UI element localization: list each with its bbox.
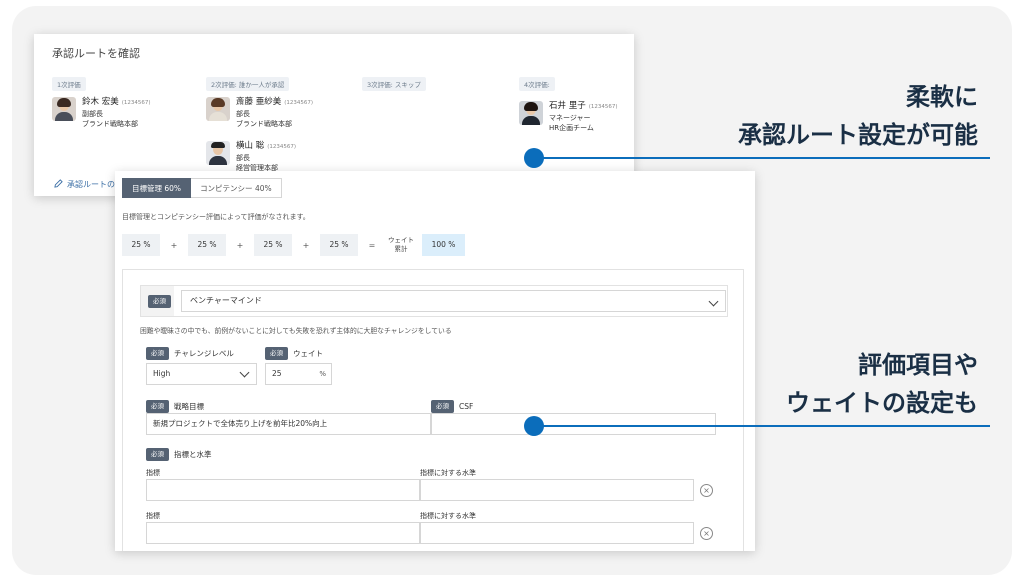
required-badge: 必須: [265, 347, 288, 360]
route-step-1: 1次評価 鈴木 宏美 (1234567) 副部長 ブランド戦略本部: [52, 72, 202, 139]
approver-card: 鈴木 宏美 (1234567) 副部長 ブランド戦略本部: [52, 97, 202, 139]
weight-total: 100 %: [422, 234, 465, 256]
approver-name: 斎藤 亜紗美: [236, 97, 282, 107]
edit-route-link[interactable]: 承認ルートの: [54, 179, 115, 190]
step-tag: 2次評価: 誰か一人が承認: [206, 77, 290, 91]
callout-line: [536, 157, 990, 159]
level-input[interactable]: [420, 522, 694, 544]
route-step-2: 2次評価: 誰か一人が承認 斎藤 亜紗美 (1234567) 部長 ブランド戦略本…: [206, 72, 356, 183]
strategy-label: 必須 戦略目標: [146, 400, 204, 413]
plus-sign: +: [170, 240, 178, 250]
avatar: [206, 97, 230, 121]
approver-card: 石井 里子 (1234567) マネージャー HR企画チーム: [519, 101, 669, 143]
step-tag: 4次評価:: [519, 77, 555, 91]
edit-route-label: 承認ルートの: [67, 180, 115, 189]
plus-sign: +: [302, 240, 310, 250]
level-label: 指標に対する水準: [420, 512, 476, 520]
approver-dept: ブランド戦略本部: [82, 120, 138, 128]
approver-name: 横山 聡: [236, 141, 265, 151]
approver-name: 鈴木 宏美: [82, 97, 119, 107]
annotation-evaluation-items: 評価項目や ウェイトの設定も: [786, 351, 978, 417]
tab-objectives[interactable]: 目標管理 60%: [122, 178, 192, 198]
plus-sign: +: [236, 240, 244, 250]
approver-dept: HR企画チーム: [549, 124, 594, 132]
weight-value: 25 %: [254, 234, 292, 256]
weight-value: 25 %: [122, 234, 160, 256]
approver-title: 部長: [236, 109, 250, 118]
approver-dept: ブランド戦略本部: [236, 120, 292, 128]
weight-value: 25 %: [320, 234, 358, 256]
evaluation-item-panel: 必須 ベンチャーマインド 困難や曖昧さの中でも、前例がないことに対しても失敗を恐…: [122, 269, 744, 551]
form-description: 目標管理とコンピテンシー評価によって評価がなされます。: [122, 213, 310, 221]
required-badge: 必須: [146, 400, 169, 413]
annotation-approval-route: 柔軟に 承認ルート設定が可能: [738, 83, 978, 149]
weight-value: 25 %: [188, 234, 226, 256]
approver-id: (1234567): [284, 100, 313, 106]
avatar: [519, 101, 543, 125]
remove-row-icon[interactable]: ×: [700, 527, 713, 540]
weight-total-label: ウェイト 累計: [388, 236, 414, 253]
indicator-input[interactable]: [146, 522, 420, 544]
indicator-label: 指標: [146, 512, 160, 520]
item-header: 必須 ベンチャーマインド: [140, 285, 728, 317]
indicator-input[interactable]: [146, 479, 420, 501]
approver-id: (1234567): [267, 144, 296, 150]
strategy-input[interactable]: 新規プロジェクトで全体売り上げを前年比20%向上: [146, 413, 431, 435]
pencil-icon: [54, 179, 63, 188]
avatar: [52, 97, 76, 121]
approver-id: (1234567): [121, 100, 151, 106]
tab-competency[interactable]: コンピテンシー 40%: [191, 178, 282, 198]
challenge-level-select[interactable]: High: [146, 363, 257, 385]
chevron-down-icon: [239, 367, 250, 378]
required-badge: 必須: [146, 448, 169, 461]
csf-input[interactable]: [431, 413, 716, 435]
csf-label: 必須 CSF: [431, 400, 473, 413]
evaluation-form-card: 目標管理 60% コンピテンシー 40% 目標管理とコンピテンシー評価によって評…: [115, 171, 755, 551]
avatar: [206, 141, 230, 165]
approver-title: マネージャー: [549, 113, 591, 122]
weight-label: 必須 ウェイト: [265, 347, 323, 360]
equals-sign: =: [368, 240, 376, 250]
approver-id: (1234567): [588, 104, 618, 110]
required-badge: 必須: [146, 347, 169, 360]
approver-title: 部長: [236, 153, 250, 162]
canvas: 承認ルートを確認 1次評価 鈴木 宏美 (1234567) 副部長 ブランド戦略本…: [12, 6, 1012, 575]
required-badge: 必須: [148, 295, 171, 308]
weight-input[interactable]: 25%: [265, 363, 332, 385]
callout-dot: [524, 416, 544, 436]
route-step-4: 4次評価: 石井 里子 (1234567) マネージャー HR企画チーム: [519, 72, 669, 143]
evaluation-tabs: 目標管理 60% コンピテンシー 40%: [122, 178, 282, 198]
route-card-title: 承認ルートを確認: [52, 47, 140, 60]
chevron-down-icon: [708, 296, 719, 307]
percent-unit: %: [319, 370, 326, 378]
remove-row-icon[interactable]: ×: [700, 484, 713, 497]
route-step-3: 3次評価: スキップ: [362, 72, 512, 91]
indicator-label: 指標: [146, 469, 160, 477]
step-tag: 3次評価: スキップ: [362, 77, 426, 91]
approver-name: 石井 里子: [549, 101, 586, 111]
approver-card: 斎藤 亜紗美 (1234567) 部長 ブランド戦略本部: [206, 97, 356, 139]
evaluation-item-select[interactable]: ベンチャーマインド: [181, 290, 726, 312]
step-tag: 1次評価: [52, 77, 86, 91]
level-label: 指標に対する水準: [420, 469, 476, 477]
challenge-level-label: 必須 チャレンジレベル: [146, 347, 234, 360]
weight-summary: 25 % + 25 % + 25 % + 25 % = ウェイト 累計 100 %: [122, 234, 465, 256]
indicator-section-label: 必須 指標と水準: [146, 448, 212, 461]
approver-title: 副部長: [82, 109, 103, 118]
item-description: 困難や曖昧さの中でも、前例がないことに対しても失敗を恐れず主体的に大胆なチャレン…: [140, 327, 452, 335]
callout-line: [536, 425, 990, 427]
callout-dot: [524, 148, 544, 168]
level-input[interactable]: [420, 479, 694, 501]
required-badge: 必須: [431, 400, 454, 413]
